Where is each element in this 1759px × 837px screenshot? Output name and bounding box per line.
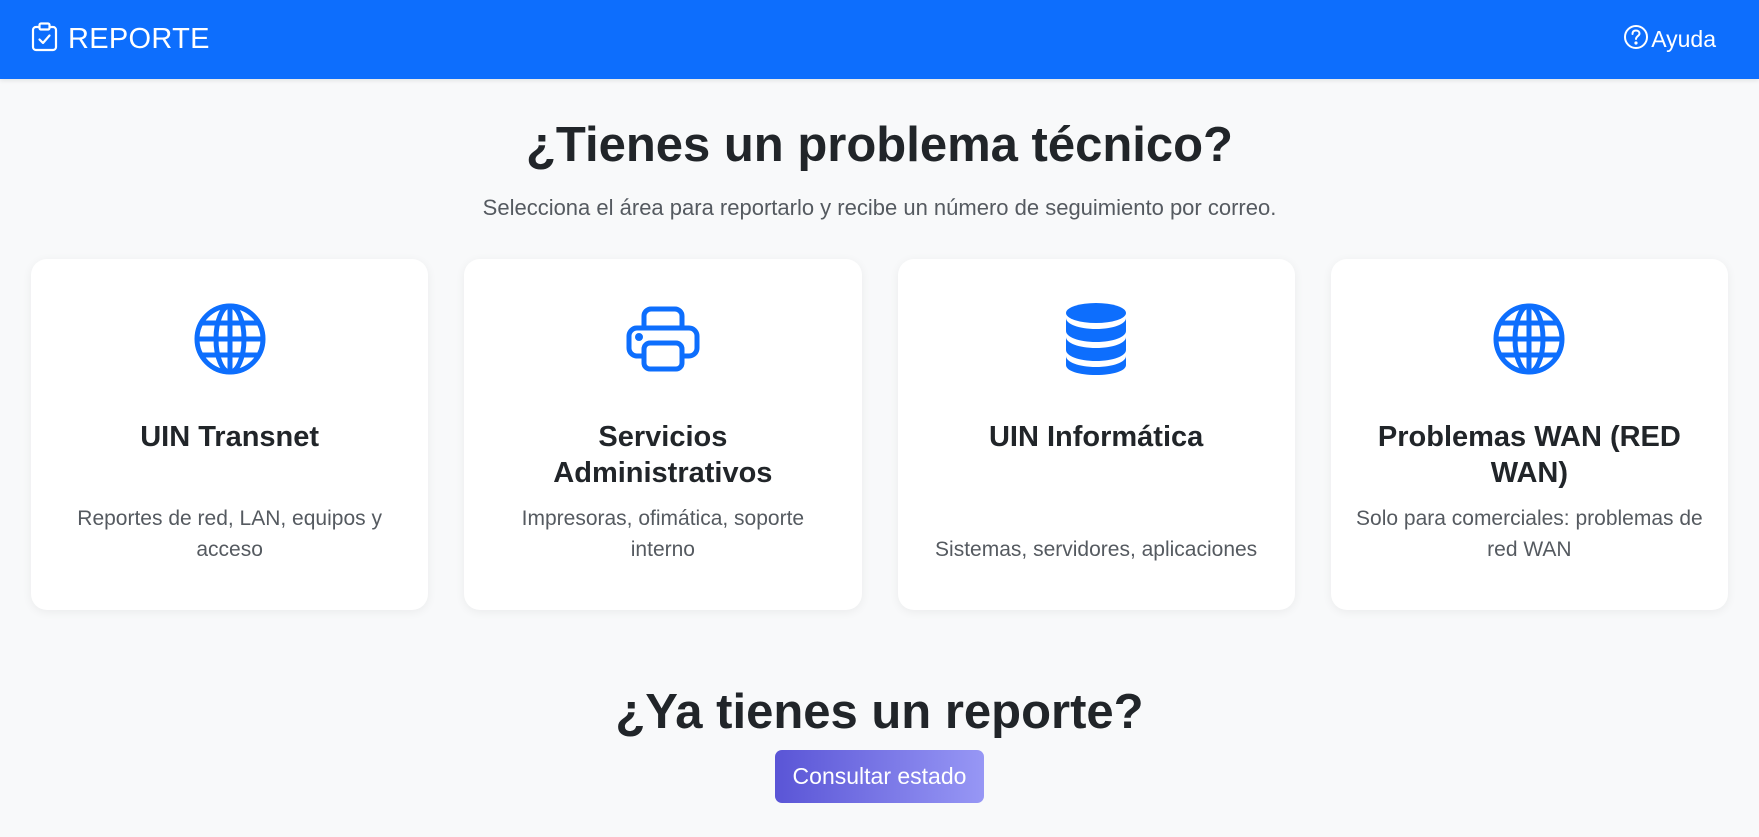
page-subtitle: Selecciona el área para reportarlo y rec… xyxy=(482,194,1277,220)
card-description: Reportes de red, LAN, equipos y acceso xyxy=(77,506,382,561)
followup-title: ¿Ya tienes un reporte? xyxy=(615,684,1144,739)
card-description: Solo para comerciales: problemas de red … xyxy=(1356,506,1703,561)
globe-icon xyxy=(1492,303,1566,375)
page-title: ¿Tienes un problema técnico? xyxy=(525,118,1233,172)
clipboard-check-icon xyxy=(31,22,58,57)
brand-title: REPORTE xyxy=(68,23,210,55)
question-circle-icon xyxy=(1623,24,1649,56)
card-servicios-administrativos[interactable]: Servicios Administrativos Impresoras, of… xyxy=(464,258,862,610)
card-description: Sistemas, servidores, aplicaciones xyxy=(935,537,1258,561)
top-navbar: REPORTE Ayuda xyxy=(0,0,1759,79)
card-title: Servicios Administrativos xyxy=(553,420,773,489)
help-label: Ayuda xyxy=(1651,26,1716,52)
printer-icon xyxy=(626,303,700,375)
card-description: Impresoras, ofimática, soporte interno xyxy=(521,506,805,561)
check-status-button[interactable]: Consultar estado xyxy=(774,749,985,803)
help-link[interactable]: Ayuda xyxy=(1623,24,1716,56)
brand-link[interactable]: REPORTE xyxy=(31,22,210,57)
globe-icon xyxy=(193,303,267,375)
area-cards: UIN Transnet Reportes de red, LAN, equip… xyxy=(0,258,1759,610)
hero-section: ¿Tienes un problema técnico? Selecciona … xyxy=(0,79,1759,221)
card-title: UIN Transnet xyxy=(140,420,320,453)
followup-section: ¿Ya tienes un reporte? Consultar estado xyxy=(0,684,1759,803)
database-icon xyxy=(1065,302,1127,375)
card-title: Problemas WAN (RED WAN) xyxy=(1377,420,1681,489)
card-title: UIN Informática xyxy=(988,420,1204,453)
card-problemas-wan[interactable]: Problemas WAN (RED WAN) Solo para comerc… xyxy=(1330,258,1728,610)
card-uin-transnet[interactable]: UIN Transnet Reportes de red, LAN, equip… xyxy=(31,258,429,610)
card-uin-informatica[interactable]: UIN Informática Sistemas, servidores, ap… xyxy=(897,258,1295,610)
